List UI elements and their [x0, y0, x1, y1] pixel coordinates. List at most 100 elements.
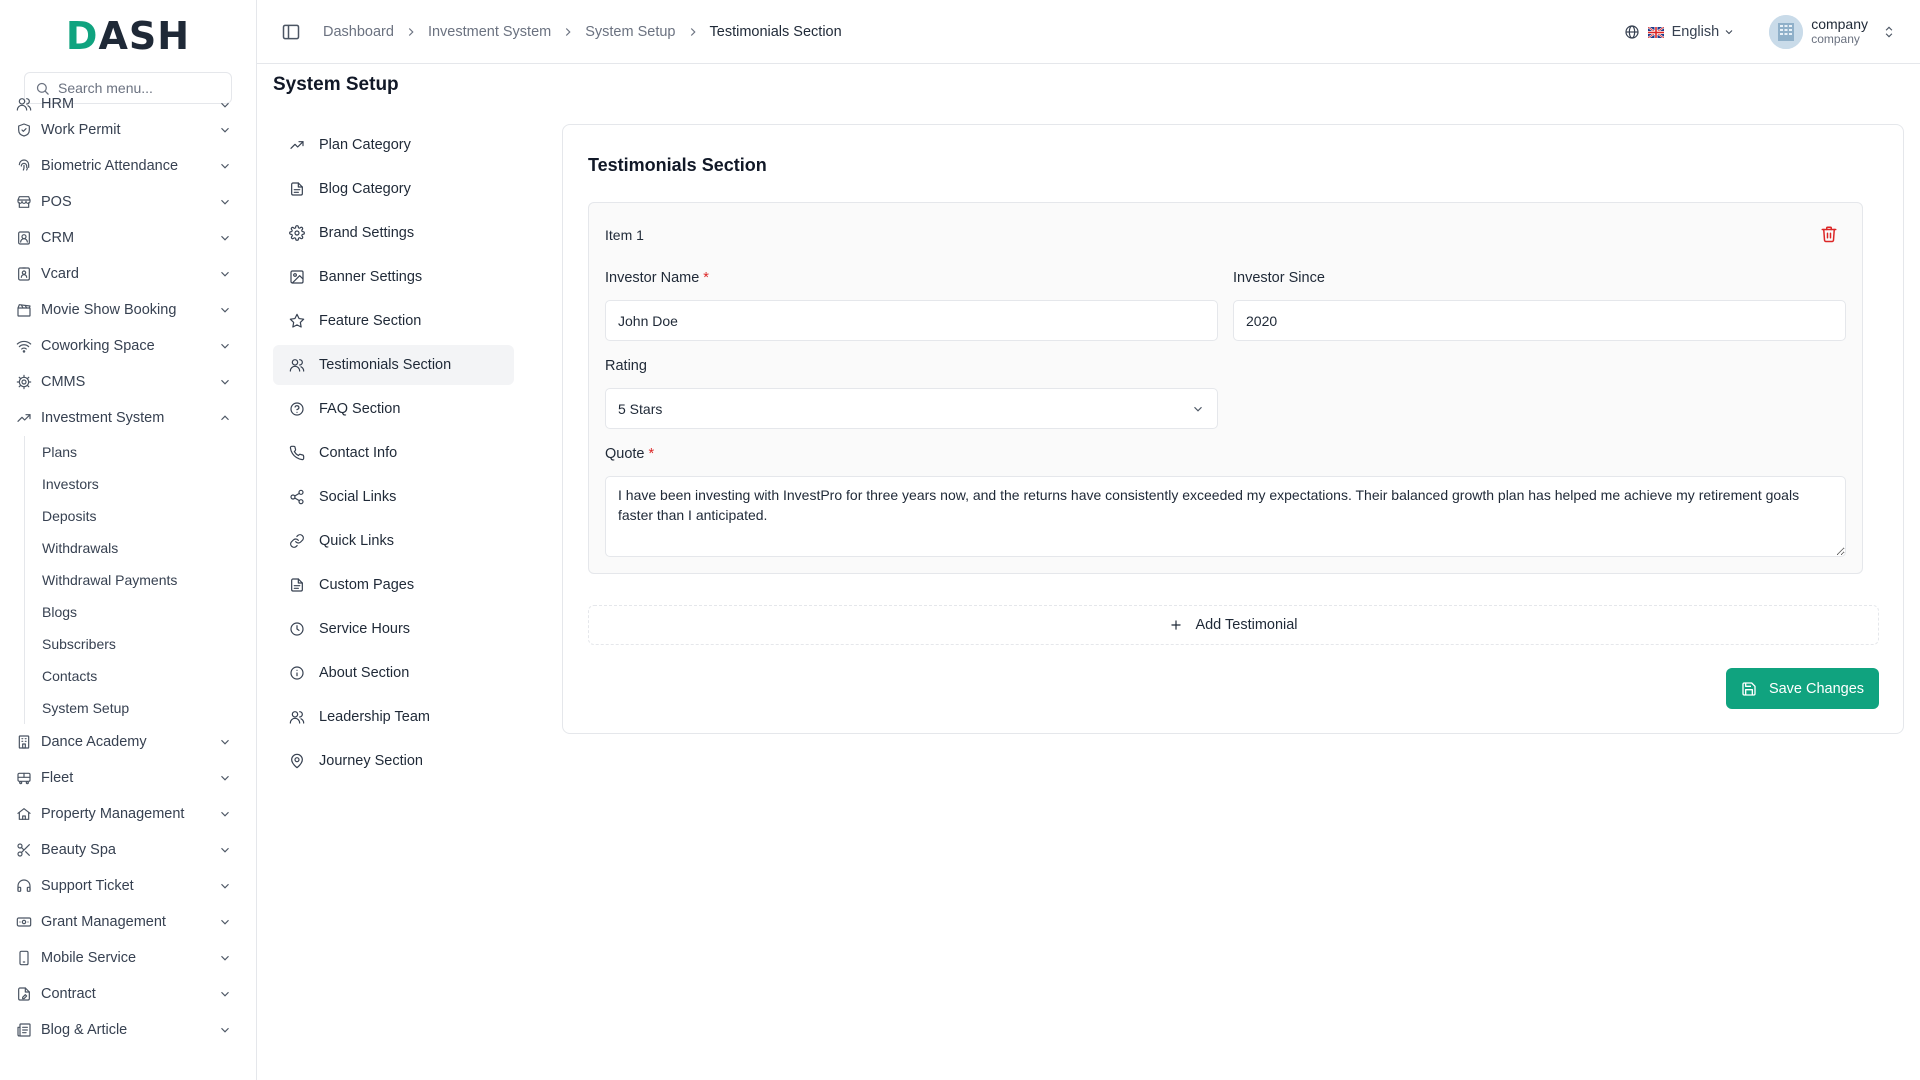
trash-icon[interactable]	[1820, 225, 1838, 243]
settings-nav-quick-links[interactable]: Quick Links	[273, 521, 514, 561]
rating-select[interactable]: 5 Stars	[605, 388, 1218, 429]
sidebar-item-coworking-space[interactable]: Coworking Space	[0, 328, 256, 364]
sidebar-item-property-management[interactable]: Property Management	[0, 796, 256, 832]
investor-name-input[interactable]	[605, 300, 1218, 341]
sidebar-item-label: Investment System	[41, 410, 165, 426]
chevron-down-icon	[218, 951, 232, 965]
item-title: Item 1	[605, 227, 644, 243]
investment-submenu: Plans Investors Deposits Withdrawals Withdra…	[24, 436, 256, 724]
logo[interactable]: DASH	[0, 0, 256, 72]
fingerprint-icon	[16, 158, 32, 174]
submenu-item-contacts[interactable]: Contacts	[25, 660, 256, 692]
settings-nav-plan-category[interactable]: Plan Category	[273, 125, 514, 165]
sidebar-item-hrm[interactable]: HRM	[0, 98, 256, 112]
sidebar-item-investment-system[interactable]: Investment System	[0, 400, 256, 436]
submenu-item-blogs[interactable]: Blogs	[25, 596, 256, 628]
sidebar-item-label: Movie Show Booking	[41, 302, 177, 318]
chevron-down-icon	[218, 231, 232, 245]
save-changes-button[interactable]: Save Changes	[1726, 668, 1879, 709]
sidebar-item-label: Mobile Service	[41, 950, 137, 966]
settings-nav-blog-category[interactable]: Blog Category	[273, 169, 514, 209]
chevron-down-icon	[218, 375, 232, 389]
submenu-item-deposits[interactable]: Deposits	[25, 500, 256, 532]
sidebar-item-work-permit[interactable]: Work Permit	[0, 112, 256, 148]
submenu-item-plans[interactable]: Plans	[25, 436, 256, 468]
investor-since-label: Investor Since	[1233, 270, 1325, 286]
settings-nav-banner-settings[interactable]: Banner Settings	[273, 257, 514, 297]
submenu-item-withdrawal-payments[interactable]: Withdrawal Payments	[25, 564, 256, 596]
sidebar-item-fleet[interactable]: Fleet	[0, 760, 256, 796]
submenu-item-investors[interactable]: Investors	[25, 468, 256, 500]
language-selector[interactable]: English	[1624, 24, 1736, 40]
card-title: Testimonials Section	[588, 155, 767, 175]
settings-nav-journey-section[interactable]: Journey Section	[273, 741, 514, 781]
search-icon	[35, 81, 50, 96]
save-icon	[1741, 681, 1757, 697]
sidebar-menu: HRM Work Permit Biometric Attendance POS CRM…	[0, 98, 256, 1080]
settings-nav-label: Contact Info	[319, 445, 398, 461]
sidebar-item-vcard[interactable]: Vcard	[0, 256, 256, 292]
home-icon	[16, 806, 32, 822]
sidebar-item-movie-show-booking[interactable]: Movie Show Booking	[0, 292, 256, 328]
settings-nav-about-section[interactable]: About Section	[273, 653, 514, 693]
sidebar-item-support-ticket[interactable]: Support Ticket	[0, 868, 256, 904]
settings-nav-label: Banner Settings	[319, 269, 423, 285]
chevron-down-icon	[218, 915, 232, 929]
trending-up-icon	[16, 410, 32, 426]
sidebar-item-crm[interactable]: CRM	[0, 220, 256, 256]
chevron-down-icon	[218, 195, 232, 209]
settings-nav-brand-settings[interactable]: Brand Settings	[273, 213, 514, 253]
settings-nav-social-links[interactable]: Social Links	[273, 477, 514, 517]
settings-nav-testimonials-section[interactable]: Testimonials Section	[273, 345, 514, 385]
breadcrumb-item-investment-system[interactable]: Investment System	[428, 24, 551, 40]
sidebar-item-dance-academy[interactable]: Dance Academy	[0, 724, 256, 760]
settings-nav-service-hours[interactable]: Service Hours	[273, 609, 514, 649]
sidebar-item-mobile-service[interactable]: Mobile Service	[0, 940, 256, 976]
sidebar-item-beauty-spa[interactable]: Beauty Spa	[0, 832, 256, 868]
sidebar-item-grant-management[interactable]: Grant Management	[0, 904, 256, 940]
settings-nav-feature-section[interactable]: Feature Section	[273, 301, 514, 341]
settings-nav-contact-info[interactable]: Contact Info	[273, 433, 514, 473]
required-mark: *	[703, 270, 709, 286]
bus-icon	[16, 770, 32, 786]
file-text-icon	[289, 181, 305, 197]
sidebar-item-label: Dance Academy	[41, 734, 147, 750]
contact-icon	[16, 230, 32, 246]
submenu-item-system-setup[interactable]: System Setup	[25, 692, 256, 724]
add-testimonial-label: Add Testimonial	[1195, 617, 1298, 633]
sidebar-item-pos[interactable]: POS	[0, 184, 256, 220]
chevron-down-icon	[218, 771, 232, 785]
sidebar-toggle-icon[interactable]	[281, 22, 301, 42]
settings-nav-label: Social Links	[319, 489, 397, 505]
settings-nav-label: Feature Section	[319, 313, 422, 329]
required-mark: *	[648, 446, 655, 462]
help-circle-icon	[289, 401, 305, 417]
chevron-down-icon	[218, 987, 232, 1001]
sidebar-item-cmms[interactable]: CMMS	[0, 364, 256, 400]
user-text: company company	[1811, 16, 1868, 46]
add-testimonial-button[interactable]: Add Testimonial	[588, 605, 1879, 645]
testimonial-item: Item 1 Investor Name* Investor Since Rat…	[588, 202, 1863, 574]
investor-since-input[interactable]	[1233, 300, 1846, 341]
submenu-item-withdrawals[interactable]: Withdrawals	[25, 532, 256, 564]
settings-nav-leadership-team[interactable]: Leadership Team	[273, 697, 514, 737]
breadcrumb-item-dashboard[interactable]: Dashboard	[323, 24, 394, 40]
user-menu[interactable]: company company	[1769, 14, 1896, 49]
logo-rest: ASH	[98, 14, 191, 58]
breadcrumb-item-testimonials-section: Testimonials Section	[709, 23, 842, 40]
settings-nav-faq-section[interactable]: FAQ Section	[273, 389, 514, 429]
chevron-down-icon	[218, 807, 232, 821]
sidebar-item-biometric-attendance[interactable]: Biometric Attendance	[0, 148, 256, 184]
top-header: Dashboard Investment System System Setup Te…	[257, 0, 1920, 64]
settings-nav-custom-pages[interactable]: Custom Pages	[273, 565, 514, 605]
sidebar-item-blog-and-article[interactable]: Blog & Article	[0, 1012, 256, 1048]
sidebar-item-label: Blog & Article	[41, 1022, 128, 1038]
settings-nav: Plan Category Blog Category Brand Settings…	[273, 125, 514, 785]
submenu-item-subscribers[interactable]: Subscribers	[25, 628, 256, 660]
breadcrumb-item-system-setup[interactable]: System Setup	[585, 24, 675, 40]
store-icon	[16, 194, 32, 210]
sidebar-item-contract[interactable]: Contract	[0, 976, 256, 1012]
search-input[interactable]	[58, 80, 228, 96]
building-icon	[16, 734, 32, 750]
quote-textarea[interactable]: I have been investing with InvestPro for…	[605, 476, 1846, 557]
